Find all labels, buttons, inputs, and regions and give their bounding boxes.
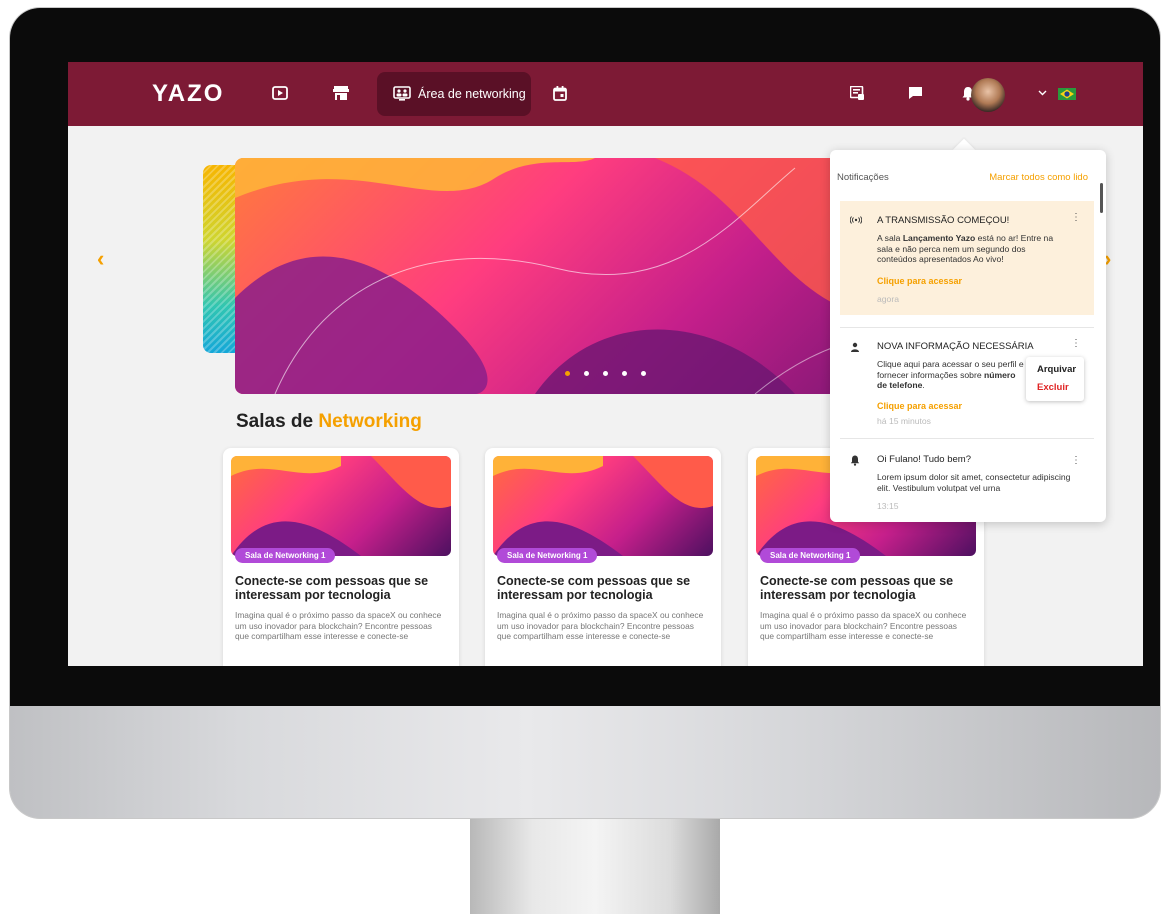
section-title: Salas de Networking	[236, 411, 422, 433]
carousel-dot-4[interactable]	[622, 371, 627, 376]
carousel-prev-arrow[interactable]: ‹	[97, 246, 104, 272]
carousel-dot-5[interactable]	[641, 371, 646, 376]
archive-option[interactable]: Arquivar	[1037, 364, 1076, 375]
more-options-icon[interactable]: ⋮	[1071, 338, 1081, 349]
broadcast-icon	[849, 216, 863, 226]
card-description: Imagina qual é o próximo passo da spaceX…	[497, 610, 704, 641]
monitor: YAZO Área de networking ‹ › Salas de Net…	[10, 8, 1160, 818]
store-icon[interactable]	[330, 82, 352, 104]
notification-body: Clique aqui para acessar o seu perfil e …	[877, 359, 1024, 391]
room-badge: Sala de Networking 1	[760, 548, 861, 563]
section-title-highlight: Networking	[318, 411, 422, 432]
section-title-prefix: Salas de	[236, 411, 314, 432]
card-description: Imagina qual é o próximo passo da spaceX…	[760, 610, 967, 641]
calendar-icon[interactable]	[549, 82, 571, 104]
more-options-icon[interactable]: ⋮	[1071, 212, 1081, 223]
delete-option[interactable]: Excluir	[1037, 382, 1069, 393]
notification-item-live[interactable]: A TRANSMISSÃO COMEÇOU! ⋮ A sala Lançamen…	[840, 201, 1094, 315]
monitor-stand	[470, 812, 720, 914]
card-image	[493, 456, 713, 556]
carousel-dot-3[interactable]	[603, 371, 608, 376]
networking-room-card[interactable]: Sala de Networking 1 Conecte-se com pess…	[223, 448, 459, 666]
play-icon[interactable]	[269, 82, 291, 104]
notification-time: há 15 minutos	[877, 416, 931, 426]
divider	[840, 438, 1094, 439]
carousel-dot-1[interactable]	[565, 371, 570, 376]
notification-context-menu: Arquivar Excluir	[1026, 357, 1084, 401]
notification-title: NOVA INFORMAÇÃO NECESSÁRIA	[877, 341, 1034, 352]
notification-time: agora	[877, 294, 899, 304]
carousel-dots	[565, 371, 646, 376]
card-title: Conecte-se com pessoas que se interessam…	[760, 574, 954, 602]
tab-networking-label: Área de networking	[418, 87, 526, 101]
room-badge: Sala de Networking 1	[497, 548, 598, 563]
card-title: Conecte-se com pessoas que se interessam…	[235, 574, 429, 602]
more-options-icon[interactable]: ⋮	[1071, 455, 1081, 466]
carousel-dot-2[interactable]	[584, 371, 589, 376]
notification-title: A TRANSMISSÃO COMEÇOU!	[877, 215, 1010, 226]
card-image	[231, 456, 451, 556]
app-screen: YAZO Área de networking ‹ › Salas de Net…	[68, 62, 1143, 666]
badge-icon[interactable]	[846, 82, 868, 104]
notifications-panel: Notificações Marcar todos como lido A TR…	[830, 150, 1106, 522]
chevron-down-icon[interactable]	[1031, 82, 1053, 104]
user-icon	[850, 342, 860, 352]
notification-access-link[interactable]: Clique para acessar	[877, 401, 962, 411]
notification-body: Lorem ipsum dolor sit amet, consectetur …	[877, 472, 1071, 493]
notification-time: 13:15	[877, 501, 899, 511]
brazil-flag-icon[interactable]	[1058, 88, 1076, 100]
notifications-header: Notificações	[837, 172, 889, 183]
mark-all-read-link[interactable]: Marcar todos como lido	[989, 172, 1088, 183]
chat-icon[interactable]	[904, 82, 926, 104]
card-description: Imagina qual é o próximo passo da spaceX…	[235, 610, 442, 641]
top-navbar: YAZO Área de networking	[68, 62, 1143, 126]
divider	[840, 327, 1094, 328]
room-badge: Sala de Networking 1	[235, 548, 336, 563]
networking-icon	[391, 82, 413, 104]
notification-access-link[interactable]: Clique para acessar	[877, 276, 962, 286]
yazo-logo[interactable]: YAZO	[152, 80, 224, 108]
bell-icon	[850, 455, 860, 466]
notification-body: A sala Lançamento Yazo está no ar! Entre…	[877, 233, 1054, 265]
monitor-chin	[10, 706, 1160, 818]
card-title: Conecte-se com pessoas que se interessam…	[497, 574, 691, 602]
notification-title: Oi Fulano! Tudo bem?	[877, 454, 971, 465]
notification-item-message[interactable]: Oi Fulano! Tudo bem? ⋮ Lorem ipsum dolor…	[840, 446, 1094, 522]
networking-room-card[interactable]: Sala de Networking 1 Conecte-se com pess…	[485, 448, 721, 666]
notifications-scrollbar[interactable]	[1100, 183, 1103, 213]
user-avatar[interactable]	[971, 78, 1005, 112]
